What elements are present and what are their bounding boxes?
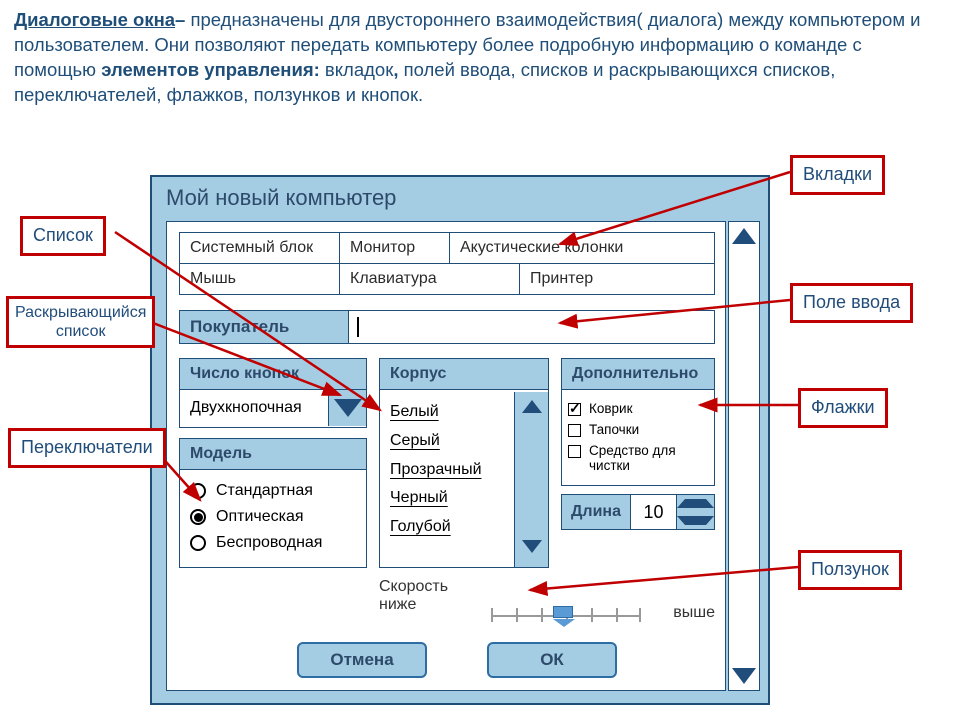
tab-mouse[interactable]: Мышь bbox=[180, 263, 340, 294]
chevron-down-icon bbox=[677, 516, 714, 525]
additional-label: Дополнительно bbox=[562, 359, 714, 390]
radio-standard[interactable]: Стандартная bbox=[190, 478, 356, 504]
cancel-button[interactable]: Отмена bbox=[297, 642, 427, 678]
slider-caption: Скорость ниже bbox=[379, 578, 448, 614]
list-item[interactable]: Белый bbox=[390, 398, 504, 427]
slider-high-label: выше bbox=[673, 604, 715, 622]
length-spinner[interactable] bbox=[677, 494, 715, 530]
dialog-title: Мой новый компьютер bbox=[152, 177, 768, 221]
callout-dropdown: Раскрывающийся список bbox=[6, 296, 155, 348]
case-label: Корпус bbox=[380, 359, 548, 390]
tab-speakers[interactable]: Акустические колонки bbox=[450, 233, 714, 263]
intro-term: Диалоговые окна bbox=[14, 9, 175, 30]
callout-slider: Ползунок bbox=[798, 550, 902, 590]
model-label: Модель bbox=[180, 439, 366, 470]
radio-wireless[interactable]: Беспроводная bbox=[190, 530, 356, 556]
intro-text: Диалоговые окна– предназначены для двуст… bbox=[0, 0, 960, 112]
callout-radios: Переключатели bbox=[8, 428, 166, 468]
additional-panel: Дополнительно Коврик Тапочки Средство дл… bbox=[561, 358, 715, 486]
tab-monitor[interactable]: Монитор bbox=[340, 233, 450, 263]
spinner-up[interactable] bbox=[677, 495, 714, 512]
dialog-scrollbar[interactable] bbox=[728, 221, 760, 691]
checkbox-cleaner[interactable]: Средство для чистки bbox=[568, 440, 708, 476]
list-item[interactable]: Черный bbox=[390, 484, 504, 513]
speed-slider[interactable] bbox=[491, 606, 641, 624]
tab-keyboard[interactable]: Клавиатура bbox=[340, 263, 520, 294]
triangle-up-icon bbox=[732, 228, 756, 244]
length-value[interactable]: 10 bbox=[631, 494, 677, 530]
scroll-down-icon[interactable] bbox=[522, 540, 542, 553]
chevron-down-icon bbox=[334, 399, 362, 417]
buttons-count-panel: Число кнопок Двухкнопочная bbox=[179, 358, 367, 428]
length-label: Длина bbox=[561, 494, 631, 530]
tab-printer[interactable]: Принтер bbox=[520, 263, 714, 294]
list-scrollbar[interactable] bbox=[514, 392, 548, 567]
model-panel: Модель Стандартная Оптическая Беспроводн… bbox=[179, 438, 367, 568]
chevron-up-icon bbox=[677, 499, 714, 508]
dialog-body: Системный блок Монитор Акустические коло… bbox=[166, 221, 726, 691]
list-item[interactable]: Прозрачный bbox=[390, 456, 504, 485]
callout-tabs: Вкладки bbox=[790, 155, 885, 195]
list-item[interactable]: Серый bbox=[390, 427, 504, 456]
case-panel: Корпус Белый Серый Прозрачный Черный Гол… bbox=[379, 358, 549, 568]
checkbox-mat[interactable]: Коврик bbox=[568, 398, 708, 419]
tabs-container: Системный блок Монитор Акустические коло… bbox=[179, 232, 715, 295]
callout-checks: Флажки bbox=[798, 388, 888, 428]
dropdown-button[interactable] bbox=[328, 390, 366, 426]
callout-input: Поле ввода bbox=[790, 283, 913, 323]
scroll-up-icon[interactable] bbox=[522, 400, 542, 413]
spinner-down[interactable] bbox=[677, 512, 714, 529]
list-item[interactable]: Голубой bbox=[390, 513, 504, 542]
checkbox-slippers[interactable]: Тапочки bbox=[568, 419, 708, 440]
buyer-label: Покупатель bbox=[179, 310, 349, 344]
ok-button[interactable]: ОК bbox=[487, 642, 617, 678]
callout-list: Список bbox=[20, 216, 106, 256]
buyer-input[interactable] bbox=[349, 310, 715, 344]
radio-optical[interactable]: Оптическая bbox=[190, 504, 356, 530]
tab-system-block[interactable]: Системный блок bbox=[180, 233, 340, 263]
dialog-window: Мой новый компьютер Системный блок Монит… bbox=[150, 175, 770, 705]
buttons-count-label: Число кнопок bbox=[180, 359, 366, 390]
case-list[interactable]: Белый Серый Прозрачный Черный Голубой bbox=[380, 392, 514, 567]
triangle-down-icon bbox=[732, 668, 756, 684]
buttons-count-value: Двухкнопочная bbox=[180, 390, 328, 426]
scroll-down[interactable] bbox=[729, 662, 759, 690]
scroll-up[interactable] bbox=[729, 222, 759, 250]
slider-thumb[interactable] bbox=[553, 606, 573, 618]
